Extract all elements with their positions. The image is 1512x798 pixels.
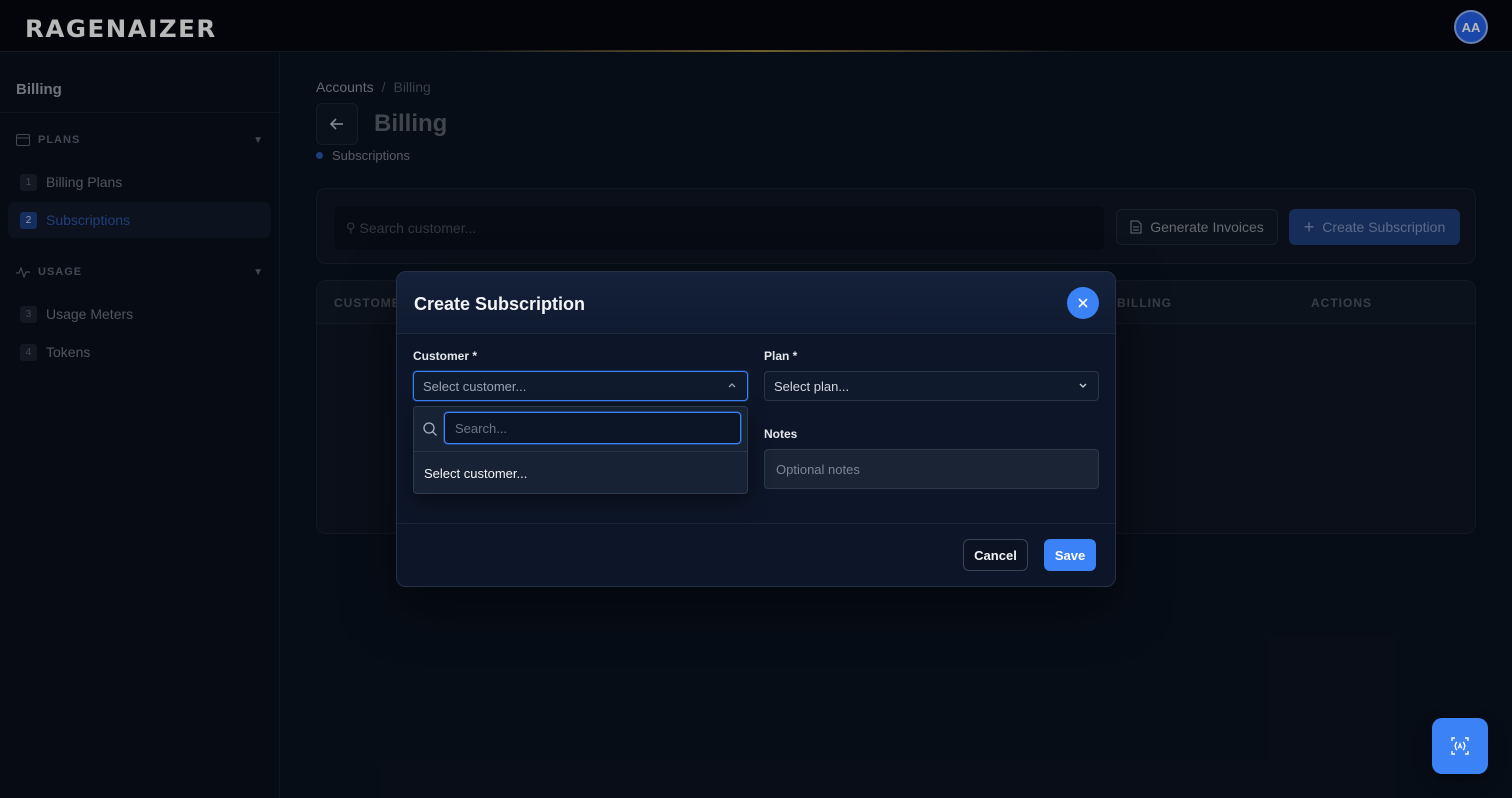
- close-button[interactable]: [1067, 287, 1099, 319]
- notes-input[interactable]: Optional notes: [764, 449, 1099, 489]
- cancel-button[interactable]: Cancel: [963, 539, 1028, 571]
- notes-placeholder: Optional notes: [776, 461, 860, 477]
- assistant-button[interactable]: [1432, 718, 1488, 774]
- dropdown-search-input[interactable]: [444, 412, 741, 444]
- dropdown-option[interactable]: Select customer...: [424, 466, 527, 481]
- plan-field-label: Plan *: [764, 349, 798, 363]
- plan-select-value: Select plan...: [774, 378, 850, 394]
- modal-footer-divider: [397, 523, 1115, 524]
- plan-select[interactable]: Select plan...: [764, 371, 1099, 401]
- search-icon: [423, 422, 437, 436]
- customer-dropdown: Select customer...: [413, 406, 748, 494]
- modal-header: Create Subscription: [397, 272, 1115, 334]
- assistant-icon: [1451, 737, 1469, 755]
- customer-field-label: Customer *: [413, 349, 478, 363]
- chevron-up-icon: [728, 383, 736, 388]
- customer-select-value: Select customer...: [423, 378, 527, 394]
- save-button[interactable]: Save: [1044, 539, 1096, 571]
- close-icon: [1078, 298, 1088, 308]
- notes-field-label: Notes: [764, 427, 798, 441]
- modal-title: Create Subscription: [414, 294, 586, 314]
- dropdown-divider: [414, 451, 747, 452]
- customer-select[interactable]: Select customer...: [413, 371, 748, 401]
- chevron-down-icon: [1079, 383, 1087, 388]
